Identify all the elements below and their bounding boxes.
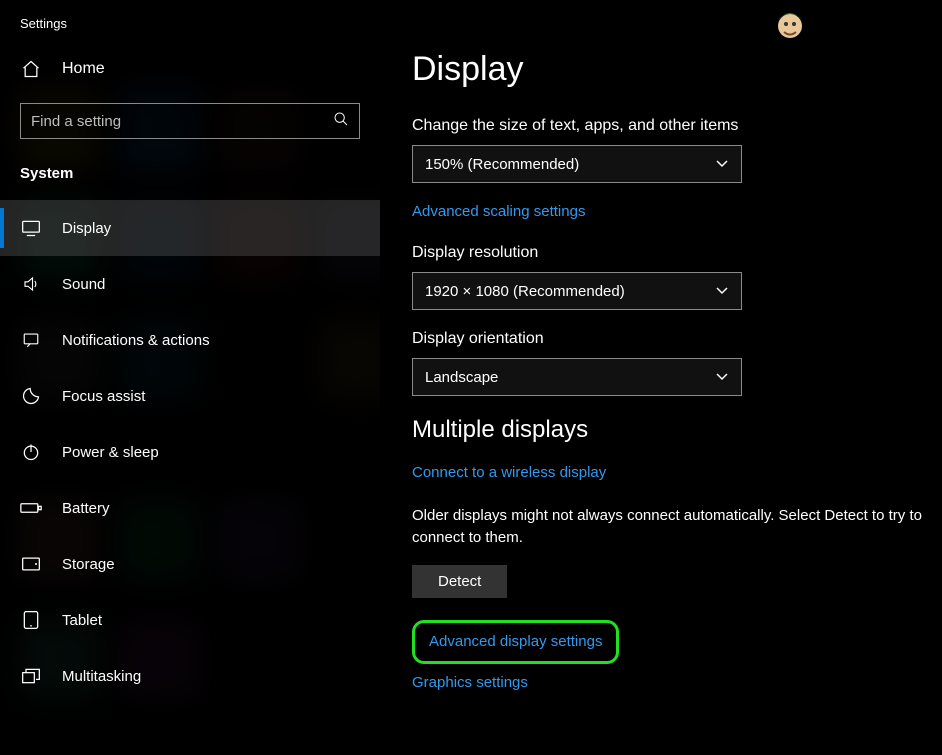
scale-dropdown[interactable]: 150% (Recommended) xyxy=(412,145,742,183)
main-content: Display Change the size of text, apps, a… xyxy=(380,0,942,755)
sidebar-item-battery[interactable]: Battery xyxy=(0,480,380,536)
chevron-down-icon xyxy=(715,369,729,386)
moon-icon xyxy=(20,386,42,406)
orientation-value: Landscape xyxy=(425,369,498,386)
sidebar-item-label: Notifications & actions xyxy=(62,332,210,349)
battery-icon xyxy=(20,501,42,515)
sidebar-item-storage[interactable]: Storage xyxy=(0,536,380,592)
sidebar-item-multitasking[interactable]: Multitasking xyxy=(0,648,380,704)
sidebar: Settings Home System Display Sound Notif… xyxy=(0,0,380,755)
chevron-down-icon xyxy=(715,283,729,300)
sidebar-item-sound[interactable]: Sound xyxy=(0,256,380,312)
resolution-dropdown[interactable]: 1920 × 1080 (Recommended) xyxy=(412,272,742,310)
page-title: Display xyxy=(412,50,934,89)
storage-icon xyxy=(20,556,42,572)
sidebar-item-display[interactable]: Display xyxy=(0,200,380,256)
home-icon xyxy=(20,59,42,79)
sidebar-item-focus-assist[interactable]: Focus assist xyxy=(0,368,380,424)
power-icon xyxy=(20,442,42,462)
sidebar-item-label: Multitasking xyxy=(62,668,141,685)
user-avatar xyxy=(770,4,810,44)
notifications-icon xyxy=(20,331,42,349)
graphics-settings-link[interactable]: Graphics settings xyxy=(412,674,528,691)
home-label: Home xyxy=(62,60,105,78)
window-title: Settings xyxy=(0,10,380,39)
sidebar-item-power-sleep[interactable]: Power & sleep xyxy=(0,424,380,480)
tablet-icon xyxy=(20,610,42,630)
category-heading: System xyxy=(0,155,380,200)
sidebar-item-tablet[interactable]: Tablet xyxy=(0,592,380,648)
resolution-label: Display resolution xyxy=(412,244,934,262)
scale-label: Change the size of text, apps, and other… xyxy=(412,117,934,135)
sidebar-item-notifications[interactable]: Notifications & actions xyxy=(0,312,380,368)
resolution-value: 1920 × 1080 (Recommended) xyxy=(425,283,625,300)
home-nav[interactable]: Home xyxy=(0,39,380,93)
sound-icon xyxy=(20,275,42,293)
sidebar-item-label: Focus assist xyxy=(62,388,145,405)
sidebar-item-label: Storage xyxy=(62,556,115,573)
search-input[interactable] xyxy=(31,113,333,130)
sidebar-item-label: Sound xyxy=(62,276,105,293)
chevron-down-icon xyxy=(715,156,729,173)
sidebar-item-label: Display xyxy=(62,220,111,237)
highlight-box: Advanced display settings xyxy=(412,620,619,664)
scale-value: 150% (Recommended) xyxy=(425,156,579,173)
sidebar-item-label: Power & sleep xyxy=(62,444,159,461)
advanced-scaling-link[interactable]: Advanced scaling settings xyxy=(412,203,585,220)
orientation-label: Display orientation xyxy=(412,330,934,348)
advanced-display-settings-link[interactable]: Advanced display settings xyxy=(429,633,602,650)
sidebar-item-label: Tablet xyxy=(62,612,102,629)
orientation-dropdown[interactable]: Landscape xyxy=(412,358,742,396)
multiple-displays-heading: Multiple displays xyxy=(412,416,934,444)
older-displays-text: Older displays might not always connect … xyxy=(412,505,932,549)
detect-button[interactable]: Detect xyxy=(412,565,507,598)
search-box[interactable] xyxy=(20,103,360,139)
display-icon xyxy=(20,219,42,237)
multitasking-icon xyxy=(20,667,42,685)
search-icon xyxy=(333,111,349,132)
wireless-display-link[interactable]: Connect to a wireless display xyxy=(412,464,606,481)
sidebar-item-label: Battery xyxy=(62,500,110,517)
